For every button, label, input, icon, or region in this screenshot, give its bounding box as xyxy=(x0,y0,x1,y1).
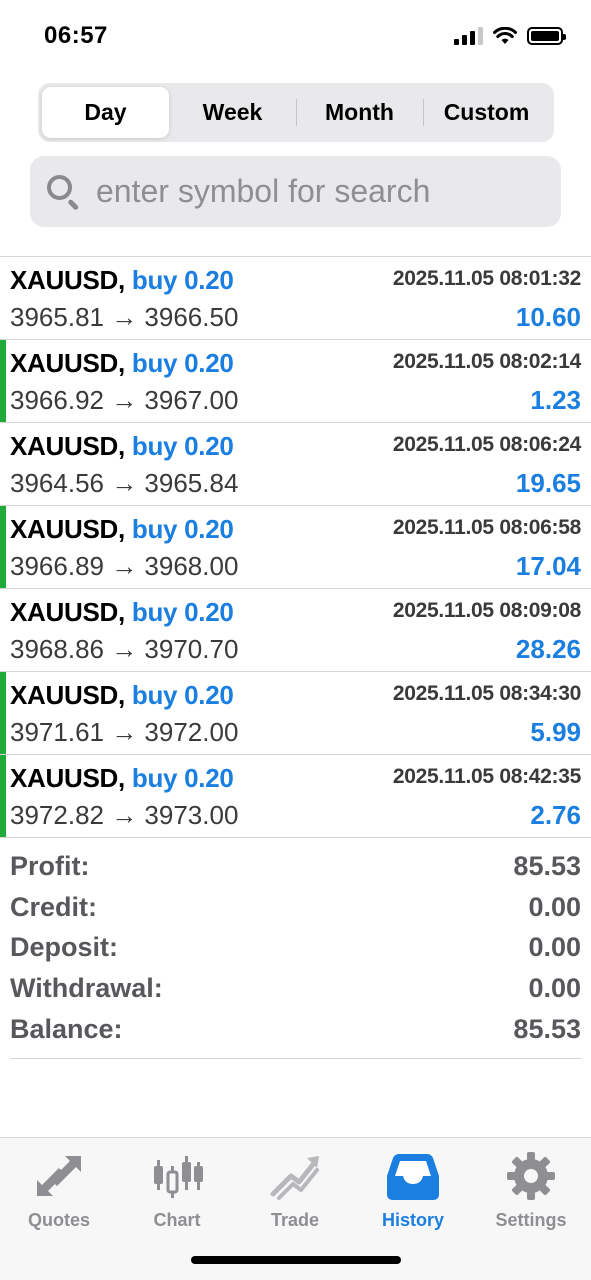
deal-time: 2025.11.05 08:06:24 xyxy=(392,433,581,456)
deal-marker-bar xyxy=(0,755,6,837)
tab-week[interactable]: Week xyxy=(169,87,296,138)
deal-time: 2025.11.05 08:09:08 xyxy=(392,599,581,622)
wifi-icon xyxy=(493,27,517,44)
summary-value: 85.53 xyxy=(513,1014,581,1045)
status-bar: 06:57 xyxy=(0,0,591,76)
search-bar[interactable] xyxy=(30,156,561,227)
tab-trade[interactable]: Trade xyxy=(236,1148,354,1231)
trade-trend-icon xyxy=(270,1156,319,1200)
deal-symbol: XAUUSD, buy 0.20 xyxy=(10,680,234,710)
tab-label: History xyxy=(381,1210,444,1230)
deal-row[interactable]: XAUUSD, buy 0.20 2025.11.05 08:02:14 396… xyxy=(0,340,591,423)
summary-credit-row: Credit: 0.00 xyxy=(10,887,581,928)
tab-history[interactable]: History xyxy=(354,1148,472,1231)
tab-custom[interactable]: Custom xyxy=(423,87,550,138)
summary-balance-row: Balance: 85.53 xyxy=(10,1009,581,1050)
tab-label: Trade xyxy=(270,1210,320,1230)
tab-quotes[interactable]: Quotes xyxy=(0,1148,118,1231)
candlestick-chart-icon xyxy=(154,1156,203,1198)
deal-profit: 1.23 xyxy=(530,385,581,415)
summary-profit-row: Profit: 85.53 xyxy=(10,846,581,887)
summary-label: Credit: xyxy=(10,891,97,922)
deals-list: XAUUSD, buy 0.20 2025.11.05 08:01:32 396… xyxy=(0,256,591,838)
deal-marker-bar xyxy=(0,506,6,588)
deal-symbol: XAUUSD, buy 0.20 xyxy=(10,431,234,461)
deal-prices: 3971.61 → 3972.00 xyxy=(10,717,239,747)
period-segmented-control: Day Week Month Custom xyxy=(38,83,554,142)
deal-profit: 10.60 xyxy=(515,302,581,332)
account-summary: Profit: 85.53 Credit: 0.00 Deposit: 0.00… xyxy=(10,846,581,1059)
deal-row[interactable]: XAUUSD, buy 0.20 2025.11.05 08:06:58 396… xyxy=(0,506,591,589)
summary-label: Balance: xyxy=(10,1014,123,1045)
tab-label: Quotes xyxy=(27,1210,90,1230)
summary-value: 0.00 xyxy=(528,973,581,1004)
deal-prices: 3966.92 → 3967.00 xyxy=(10,385,239,415)
deal-time: 2025.11.05 08:06:58 xyxy=(392,516,581,539)
deal-row[interactable]: XAUUSD, buy 0.20 2025.11.05 08:01:32 396… xyxy=(0,257,591,340)
deal-prices: 3965.81 → 3966.50 xyxy=(10,302,239,332)
status-time: 06:57 xyxy=(44,22,108,49)
deal-row[interactable]: XAUUSD, buy 0.20 2025.11.05 08:34:30 397… xyxy=(0,672,591,755)
tab-month[interactable]: Month xyxy=(296,87,423,138)
deal-symbol: XAUUSD, buy 0.20 xyxy=(10,763,234,793)
deal-row[interactable]: XAUUSD, buy 0.20 2025.11.05 08:42:35 397… xyxy=(0,755,591,838)
deal-symbol: XAUUSD, buy 0.20 xyxy=(10,348,234,378)
tab-settings[interactable]: Settings xyxy=(472,1148,590,1231)
tab-chart[interactable]: Chart xyxy=(118,1148,236,1231)
summary-withdrawal-row: Withdrawal: 0.00 xyxy=(10,968,581,1009)
search-input[interactable] xyxy=(96,173,536,210)
deal-symbol: XAUUSD, buy 0.20 xyxy=(10,597,234,627)
deal-profit: 28.26 xyxy=(515,634,581,664)
summary-value: 0.00 xyxy=(528,891,581,922)
summary-label: Withdrawal: xyxy=(10,973,163,1004)
history-tray-icon xyxy=(387,1154,439,1200)
deal-time: 2025.11.05 08:34:30 xyxy=(392,682,581,705)
deal-prices: 3966.89 → 3968.00 xyxy=(10,551,239,581)
home-indicator[interactable] xyxy=(191,1256,401,1264)
quotes-arrows-icon xyxy=(37,1156,81,1196)
deal-row[interactable]: XAUUSD, buy 0.20 2025.11.05 08:09:08 396… xyxy=(0,589,591,672)
summary-label: Deposit: xyxy=(10,932,118,963)
deal-profit: 5.99 xyxy=(530,717,581,747)
tab-day[interactable]: Day xyxy=(42,87,169,138)
cellular-signal-icon xyxy=(454,27,483,45)
deal-symbol: XAUUSD, buy 0.20 xyxy=(10,265,234,295)
search-icon xyxy=(46,174,82,211)
deal-prices: 3972.82 → 3973.00 xyxy=(10,800,239,830)
deal-symbol: XAUUSD, buy 0.20 xyxy=(10,514,234,544)
tab-label: Settings xyxy=(495,1210,567,1230)
settings-gear-icon xyxy=(507,1152,555,1200)
deal-prices: 3964.56 → 3965.84 xyxy=(10,468,239,498)
deal-profit: 17.04 xyxy=(515,551,581,581)
status-icons xyxy=(454,27,566,45)
deal-row[interactable]: XAUUSD, buy 0.20 2025.11.05 08:06:24 396… xyxy=(0,423,591,506)
deal-time: 2025.11.05 08:42:35 xyxy=(392,765,581,788)
deal-prices: 3968.86 → 3970.70 xyxy=(10,634,239,664)
deal-profit: 19.65 xyxy=(515,468,581,498)
summary-deposit-row: Deposit: 0.00 xyxy=(10,928,581,969)
deal-marker-bar xyxy=(0,672,6,754)
tab-label: Chart xyxy=(153,1210,201,1230)
summary-label: Profit: xyxy=(10,850,90,881)
deal-marker-bar xyxy=(0,340,6,422)
summary-value: 0.00 xyxy=(528,932,581,963)
summary-value: 85.53 xyxy=(513,850,581,881)
deal-time: 2025.11.05 08:01:32 xyxy=(392,267,581,290)
deal-time: 2025.11.05 08:02:14 xyxy=(392,350,581,373)
battery-icon xyxy=(527,27,566,45)
deal-profit: 2.76 xyxy=(530,800,581,830)
